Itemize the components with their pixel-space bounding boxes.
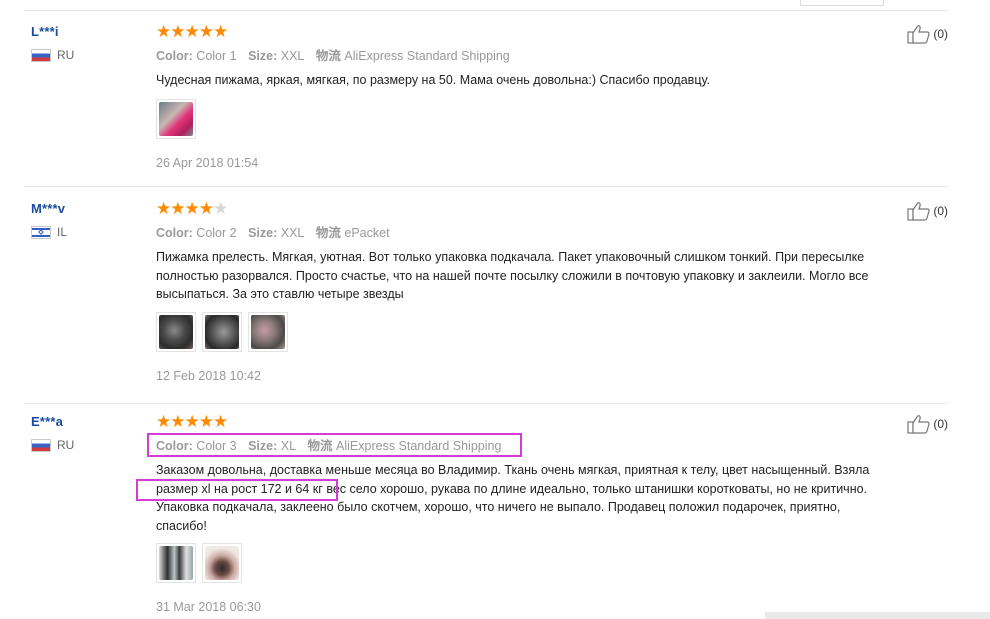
helpful-button[interactable]: (0) <box>907 414 948 434</box>
review-date: 31 Mar 2018 06:30 <box>156 600 261 614</box>
country-code: IL <box>57 225 68 239</box>
size-label: Size: <box>248 439 278 453</box>
country-code: RU <box>57 48 75 62</box>
review-divider <box>24 186 948 187</box>
color-value: Color 2 <box>196 226 237 240</box>
size-value: XXL <box>280 49 305 63</box>
israel-flag-icon <box>31 225 51 239</box>
thumbs-up-icon <box>907 25 930 44</box>
order-attributes: Color: Color 2 Size: XXL 物流 ePacket <box>156 222 390 241</box>
thumbs-up-icon <box>907 415 930 434</box>
review-text-line: Заказом довольна, доставка меньше месяца… <box>156 463 870 477</box>
logistics-label: 物流 <box>315 226 341 240</box>
thumbs-up-icon <box>907 202 930 221</box>
order-attributes: Color: Color 3 Size: XL 物流 AliExpress St… <box>156 435 501 454</box>
star-icon: ★ <box>198 412 214 431</box>
star-rating: ★★★★★ <box>156 412 228 431</box>
review-photo-thumbnail[interactable] <box>156 543 196 583</box>
helpful-count: (0) <box>933 417 948 431</box>
reviewer-name[interactable]: M***v <box>31 201 65 216</box>
reviewer-name[interactable]: L***i <box>31 24 59 39</box>
star-icon: ★ <box>170 22 185 41</box>
color-value: Color 1 <box>196 49 237 63</box>
star-empty-icon: ★ <box>213 199 228 218</box>
star-rating: ★★★★★ <box>156 199 228 218</box>
helpful-count: (0) <box>933 204 948 218</box>
top-divider <box>24 10 948 11</box>
review-text: Чудесная пижама, яркая, мягкая, по разме… <box>156 73 710 87</box>
review-photo-thumbnail[interactable] <box>156 312 196 352</box>
star-icon: ★ <box>213 22 228 41</box>
country-code: RU <box>57 438 75 452</box>
review-photos <box>156 312 288 352</box>
star-icon: ★ <box>156 412 171 431</box>
review-text: Заказом довольна, доставка меньше месяца… <box>156 461 946 535</box>
review-photo-thumbnail[interactable] <box>156 99 196 139</box>
color-value: Color 3 <box>196 439 237 453</box>
russia-flag-icon <box>31 48 51 62</box>
review-photo-thumbnail[interactable] <box>202 312 242 352</box>
star-icon: ★ <box>184 22 200 41</box>
review-item: E***a RU ★★★★★ Color: Color 3 Size: XL 物… <box>24 412 948 619</box>
star-icon: ★ <box>170 199 185 218</box>
star-icon: ★ <box>156 22 171 41</box>
reviewer-country: RU <box>31 438 74 452</box>
logistics-label: 物流 <box>307 439 333 453</box>
review-item: M***v IL ★★★★★ Color: Color 2 Size: XXL … <box>24 199 948 404</box>
helpful-button[interactable]: (0) <box>907 24 948 44</box>
review-text-line: размер xl на рост 172 и 64 кг вес село х… <box>156 481 868 496</box>
size-value: XL <box>280 439 297 453</box>
star-icon: ★ <box>184 412 200 431</box>
review-item: L***i RU ★★★★★ Color: Color 1 Size: XXL … <box>24 22 948 187</box>
review-text-line: спасибо! <box>156 518 207 533</box>
footer-strip <box>765 612 990 619</box>
star-icon: ★ <box>198 22 214 41</box>
color-label: Color: <box>156 49 193 63</box>
size-label: Size: <box>248 226 278 240</box>
logistics-value: AliExpress Standard Shipping <box>344 49 510 63</box>
review-photo-thumbnail[interactable] <box>248 312 288 352</box>
reviewer-country: RU <box>31 48 74 62</box>
review-divider <box>24 403 948 404</box>
review-photo-thumbnail[interactable] <box>202 543 242 583</box>
size-value: XXL <box>280 226 305 240</box>
reviewer-country: IL <box>31 225 67 239</box>
star-icon: ★ <box>156 199 171 218</box>
russia-flag-icon <box>31 438 51 452</box>
review-text-line: Упаковка подкачала, заклеено было скотче… <box>156 500 841 514</box>
order-attributes: Color: Color 1 Size: XXL 物流 AliExpress S… <box>156 45 510 64</box>
star-icon: ★ <box>198 199 214 218</box>
star-rating: ★★★★★ <box>156 22 228 41</box>
review-date: 12 Feb 2018 10:42 <box>156 369 261 383</box>
logistics-value: ePacket <box>344 226 390 240</box>
highlighted-size-info: размер xl на рост 172 и 64 кг <box>156 481 323 496</box>
sort-select-edge[interactable] <box>800 0 884 6</box>
logistics-value: AliExpress Standard Shipping <box>336 439 502 453</box>
size-label: Size: <box>248 49 278 63</box>
review-date: 26 Apr 2018 01:54 <box>156 156 259 170</box>
reviewer-name[interactable]: E***a <box>31 414 63 429</box>
helpful-button[interactable]: (0) <box>907 201 948 221</box>
helpful-count: (0) <box>933 27 948 41</box>
review-photos <box>156 543 242 583</box>
star-icon: ★ <box>213 412 228 431</box>
star-icon: ★ <box>184 199 200 218</box>
review-photos <box>156 99 196 139</box>
logistics-label: 物流 <box>315 49 341 63</box>
star-icon: ★ <box>170 412 185 431</box>
review-text: Пижамка прелесть. Мягкая, уютная. Вот то… <box>156 250 869 301</box>
color-label: Color: <box>156 439 193 453</box>
color-label: Color: <box>156 226 193 240</box>
